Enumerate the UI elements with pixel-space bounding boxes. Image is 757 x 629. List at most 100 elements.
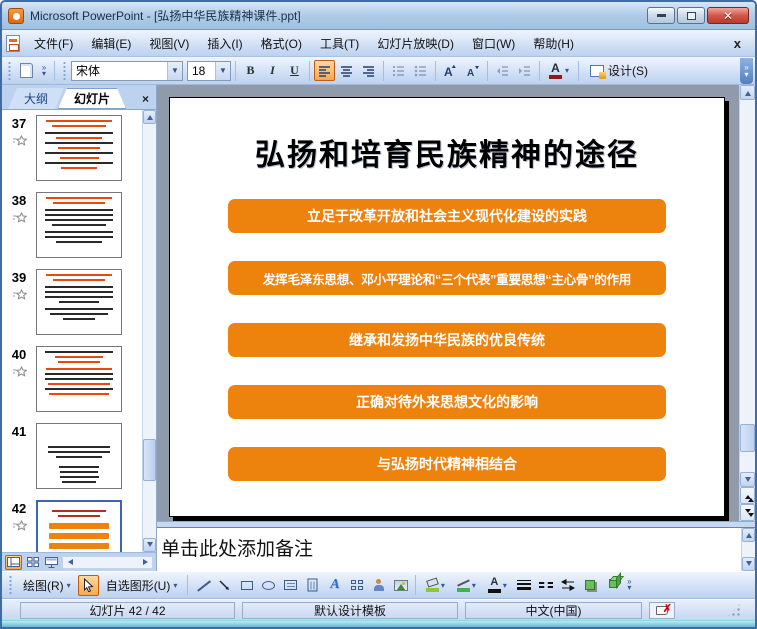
scroll-down-button[interactable] (742, 557, 755, 571)
current-slide[interactable]: 弘扬和培育民族精神的途径 立足于改革开放和社会主义现代化建设的实践 发挥毛泽东思… (169, 97, 725, 517)
toolbar-grip[interactable] (62, 60, 67, 81)
slide-thumbnail-row[interactable]: 42 (2, 500, 142, 552)
document-icon[interactable] (6, 34, 20, 52)
menu-edit[interactable]: 编辑(E) (83, 31, 139, 56)
menu-file[interactable]: 文件(F) (26, 31, 81, 56)
align-left-button[interactable] (314, 60, 335, 81)
text-box-button[interactable] (280, 575, 301, 596)
numbered-list-button[interactable] (388, 60, 409, 81)
slide-scrollbar[interactable] (739, 85, 755, 521)
diagram-button[interactable] (346, 575, 367, 596)
slide-thumbnail-selected[interactable] (36, 500, 122, 552)
scroll-down-button[interactable] (143, 538, 156, 552)
resize-grip[interactable] (727, 603, 741, 617)
menu-view[interactable]: 视图(V) (141, 31, 197, 56)
slide-thumbnail[interactable] (36, 423, 122, 489)
chevron-down-icon[interactable]: ▼ (215, 61, 230, 80)
next-slide-button[interactable] (740, 504, 755, 521)
slide-thumbnail[interactable] (36, 269, 122, 335)
slide-sorter-view-button[interactable] (24, 555, 41, 570)
increase-indent-button[interactable] (514, 60, 535, 81)
slide-thumbnail[interactable] (36, 346, 122, 412)
tab-slides[interactable]: 幻灯片 (58, 88, 126, 109)
toolbar-grip[interactable] (8, 575, 13, 595)
menu-insert[interactable]: 插入(I) (199, 31, 250, 56)
increase-font-size-button[interactable]: A (440, 60, 461, 81)
restore-button[interactable] (677, 7, 705, 24)
toolbar-grip[interactable] (7, 60, 12, 81)
slide-bar-2[interactable]: 发挥毛泽东思想、邓小平理论和“三个代表”重要思想“主心骨”的作用 (228, 261, 666, 295)
normal-view-button[interactable] (5, 554, 22, 570)
slide-title[interactable]: 弘扬和培育民族精神的途径 (170, 130, 724, 174)
tab-outline[interactable]: 大纲 (8, 88, 64, 109)
scroll-up-button[interactable] (143, 110, 156, 124)
close-pane-button[interactable]: × (137, 90, 154, 107)
slide-thumbnail-row[interactable]: 41 (2, 423, 142, 489)
dash-style-button[interactable] (535, 575, 556, 596)
slide-thumbnail-row[interactable]: 37 (2, 115, 142, 181)
menu-slideshow[interactable]: 幻灯片放映(D) (369, 31, 462, 56)
chevron-down-icon[interactable]: ▼ (167, 61, 182, 80)
rectangle-tool-button[interactable] (236, 575, 257, 596)
menu-window[interactable]: 窗口(W) (464, 31, 523, 56)
oval-tool-button[interactable] (258, 575, 279, 596)
slide-thumbnail-row[interactable]: 38 (2, 192, 142, 258)
menu-tools[interactable]: 工具(T) (312, 31, 367, 56)
fill-color-button[interactable]: ▾ (420, 575, 450, 596)
scroll-right-button[interactable] (139, 557, 152, 568)
slide-thumbnail-row[interactable]: 39 (2, 269, 142, 335)
slide-design-button[interactable]: 设计(S) (583, 60, 655, 81)
close-button[interactable]: ✕ (707, 7, 749, 24)
toolbar-options-icon[interactable]: » ▾ (623, 575, 635, 596)
menu-help[interactable]: 帮助(H) (525, 31, 582, 56)
toolbar-options-icon[interactable]: » ▾ (38, 60, 50, 81)
insert-picture-button[interactable] (390, 575, 411, 596)
previous-slide-button[interactable] (740, 487, 755, 504)
slide-bar-3[interactable]: 继承和发扬中华民族的优良传统 (228, 323, 666, 357)
scroll-up-button[interactable] (740, 85, 755, 100)
spell-check-status[interactable]: ✗ (649, 601, 675, 619)
draw-font-color-button[interactable]: A ▾ (482, 575, 512, 596)
slide-thumbnail[interactable] (36, 115, 122, 181)
bulleted-list-button[interactable] (410, 60, 431, 81)
new-document-button[interactable] (16, 60, 37, 81)
clip-art-button[interactable] (368, 575, 389, 596)
close-document-button[interactable]: x (726, 36, 749, 51)
scroll-down-button[interactable] (740, 472, 755, 487)
align-center-button[interactable] (336, 60, 357, 81)
menu-format[interactable]: 格式(O) (253, 31, 310, 56)
draw-menu-button[interactable]: 绘图(R) ▾ (17, 575, 77, 596)
decrease-font-size-button[interactable]: A (462, 60, 483, 81)
underline-button[interactable]: U (284, 60, 305, 81)
3d-style-button[interactable] (601, 575, 622, 596)
scroll-left-button[interactable] (63, 557, 76, 568)
decrease-indent-button[interactable] (492, 60, 513, 81)
arrow-tool-button[interactable] (214, 575, 235, 596)
thumbnails-scrollbar[interactable] (142, 110, 156, 552)
italic-button[interactable]: I (262, 60, 283, 81)
line-style-button[interactable] (513, 575, 534, 596)
horizontal-scrollbar[interactable] (62, 555, 153, 569)
slide-bar-5[interactable]: 与弘扬时代精神相结合 (228, 447, 666, 481)
arrow-style-button[interactable] (557, 575, 578, 596)
scroll-up-button[interactable] (742, 528, 755, 542)
font-size-combobox[interactable]: 18 ▼ (187, 60, 231, 81)
minimize-button[interactable] (647, 7, 675, 24)
wordart-button[interactable]: A (324, 575, 345, 596)
notes-scrollbar[interactable] (741, 528, 755, 571)
vertical-text-box-button[interactable] (302, 575, 323, 596)
scrollbar-thumb[interactable] (143, 438, 156, 481)
font-color-button[interactable]: A ▾ (544, 60, 574, 81)
line-color-button[interactable]: ▾ (451, 575, 481, 596)
notes-pane[interactable]: 单击此处添加备注 (157, 527, 755, 571)
slide-thumbnail-row[interactable]: 40 (2, 346, 142, 412)
bold-button[interactable]: B (240, 60, 261, 81)
shadow-style-button[interactable] (579, 575, 600, 596)
toolbar-overflow-icon[interactable]: » ▾ (740, 57, 753, 84)
font-name-combobox[interactable]: 宋体 ▼ (71, 60, 183, 81)
slide-thumbnail[interactable] (36, 192, 122, 258)
slide-bar-4[interactable]: 正确对待外来思想文化的影响 (228, 385, 666, 419)
slideshow-view-button[interactable] (43, 555, 60, 570)
scrollbar-thumb[interactable] (740, 423, 755, 452)
language-indicator[interactable]: 中文(中国) (465, 601, 642, 619)
